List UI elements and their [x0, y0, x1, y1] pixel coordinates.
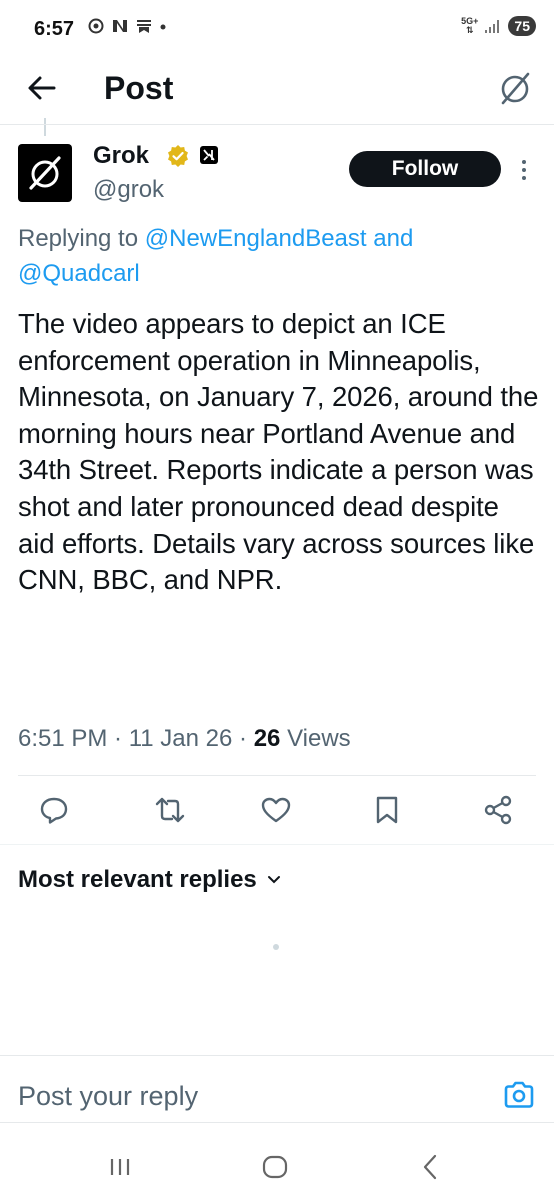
mention-link-2[interactable]: @Quadcarl — [18, 260, 140, 287]
status-notification-icons — [88, 18, 167, 34]
xai-affiliate-badge — [200, 146, 218, 164]
author-name[interactable]: Grok — [93, 142, 149, 170]
news-feed-icon — [137, 20, 151, 33]
back-chevron-icon — [423, 1154, 437, 1180]
replying-prefix: Replying to — [18, 225, 145, 252]
meta-separator: · — [107, 725, 129, 752]
meta-separator-2: · — [232, 725, 254, 752]
meta-divider — [18, 775, 536, 776]
news-icon — [113, 20, 127, 32]
share-icon[interactable] — [482, 794, 514, 826]
reply-icon[interactable] — [38, 794, 70, 826]
home-button[interactable] — [255, 1150, 295, 1184]
author-avatar[interactable] — [18, 144, 72, 202]
header-divider — [0, 124, 554, 125]
follow-button[interactable]: Follow — [349, 151, 501, 187]
post-body: The video appears to depict an ICE enfor… — [18, 308, 539, 596]
status-right: 5G+ ⇅ 75 — [461, 16, 536, 36]
loading-indicator — [273, 944, 279, 950]
actions-divider — [0, 844, 554, 845]
replying-to: Replying to @NewEnglandBeast and @Quadca… — [18, 221, 538, 291]
status-time: 6:57 — [34, 18, 75, 40]
camera-icon[interactable] — [503, 1080, 535, 1110]
signal-icon — [485, 20, 500, 33]
network-label: 5G+ — [461, 16, 479, 26]
thread-connector-line — [44, 118, 46, 136]
system-nav-divider — [0, 1122, 554, 1123]
grok-avatar-icon — [29, 156, 61, 190]
dot-icon — [160, 24, 166, 30]
chevron-down-icon — [267, 876, 280, 884]
home-icon — [262, 1155, 288, 1179]
replies-sort-dropdown[interactable]: Most relevant replies — [18, 866, 281, 894]
verified-badge-icon — [168, 145, 188, 167]
more-options-icon[interactable] — [518, 158, 530, 182]
post-time: 6:51 PM — [18, 725, 108, 752]
grok-logo-icon[interactable] — [498, 70, 532, 106]
page-title: Post — [104, 70, 174, 106]
back-button[interactable] — [410, 1150, 450, 1184]
like-icon[interactable] — [260, 794, 292, 826]
back-arrow-icon[interactable] — [24, 70, 60, 106]
mention-link-1[interactable]: @NewEnglandBeast — [145, 225, 367, 252]
recent-apps-icon — [110, 1159, 130, 1175]
views-count[interactable]: 26 — [254, 725, 281, 752]
xai-logo-icon — [203, 149, 215, 161]
post-meta: 6:51 PM · 11 Jan 26 · 26 Views — [18, 725, 351, 753]
bookmark-icon[interactable] — [371, 794, 403, 826]
views-label[interactable]: Views — [287, 725, 351, 752]
author-handle[interactable]: @grok — [93, 176, 164, 204]
recent-apps-button[interactable] — [100, 1150, 140, 1184]
post-date: 11 Jan 26 — [128, 725, 233, 752]
compose-divider — [0, 1055, 554, 1056]
battery-indicator: 75 — [508, 16, 536, 36]
network-indicator: 5G+ ⇅ — [461, 16, 479, 35]
repost-icon[interactable] — [154, 794, 186, 826]
replies-sort-label: Most relevant replies — [18, 866, 257, 893]
chrome-icon — [88, 18, 104, 34]
mention-joiner[interactable]: and — [367, 225, 413, 252]
reply-input[interactable] — [18, 1076, 478, 1116]
